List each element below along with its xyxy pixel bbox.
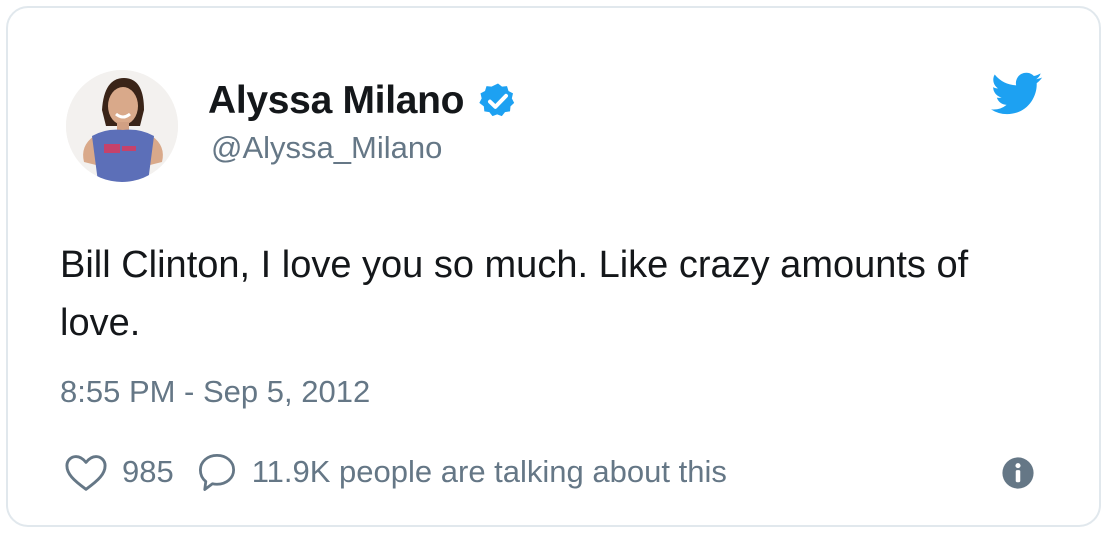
tweet-actions: 985 11.9K people are talking about this	[64, 446, 727, 498]
tweet-timestamp[interactable]: 8:55 PM - Sep 5, 2012	[60, 374, 370, 410]
twitter-bird-icon[interactable]	[991, 72, 1043, 116]
heart-icon	[65, 455, 107, 491]
author-handle[interactable]: @Alyssa_Milano	[211, 130, 442, 166]
talking-count: 11.9K people are talking about this	[251, 454, 727, 489]
info-icon[interactable]	[1001, 456, 1035, 490]
avatar[interactable]	[66, 70, 178, 182]
author-row: Alyssa Milano	[208, 78, 518, 124]
verified-badge-icon	[479, 83, 515, 117]
avatar-image	[66, 70, 178, 182]
speech-bubble-icon	[198, 453, 235, 491]
like-count: 985	[122, 454, 174, 489]
author-name[interactable]: Alyssa Milano	[208, 79, 465, 123]
tweet-card: Alyssa Milano @Alyssa_Milano Bill Clinto…	[6, 6, 1101, 527]
conversation-link[interactable]: 11.9K people are talking about this	[174, 451, 727, 493]
like-button[interactable]: 985	[64, 452, 174, 492]
tweet-text: Bill Clinton, I love you so much. Like c…	[60, 244, 969, 344]
